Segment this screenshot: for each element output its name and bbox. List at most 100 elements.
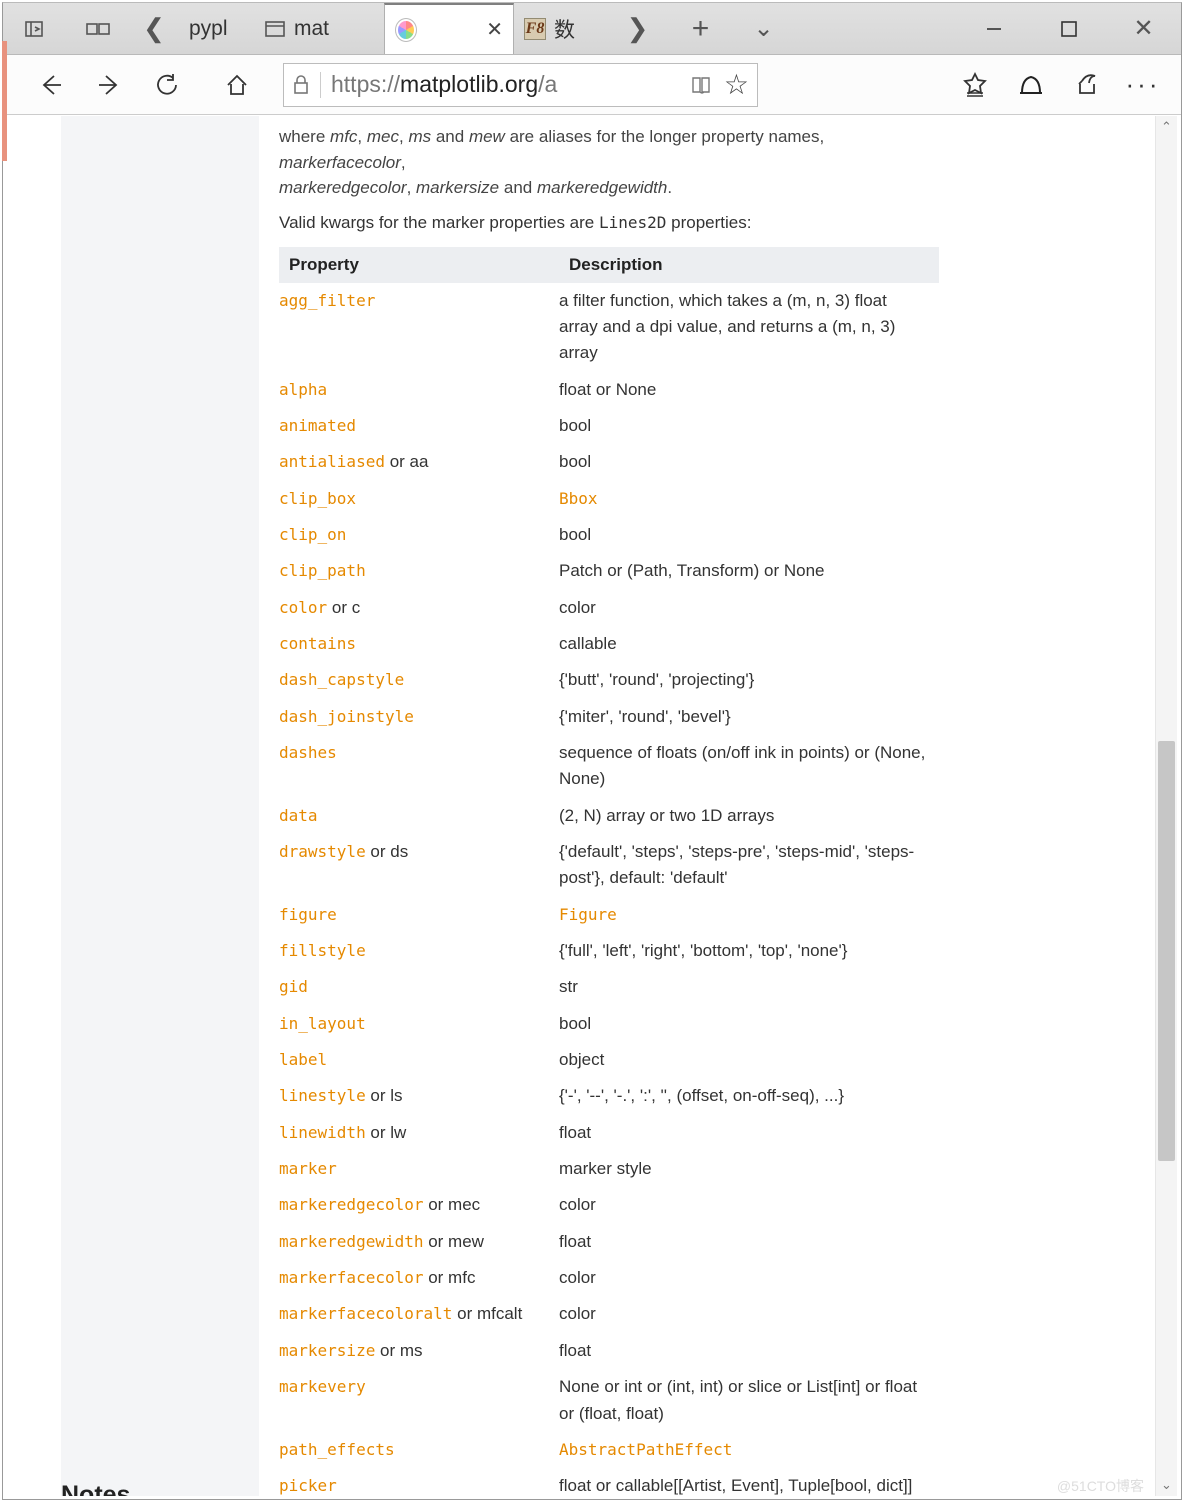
property-link[interactable]: linewidth: [279, 1123, 366, 1142]
table-row: markeveryNone or int or (int, int) or sl…: [279, 1369, 939, 1432]
close-window-button[interactable]: ✕: [1106, 3, 1181, 54]
maximize-button[interactable]: [1031, 3, 1106, 54]
properties-table: Property Description agg_filtera filter …: [279, 247, 939, 1497]
property-link[interactable]: label: [279, 1050, 327, 1069]
table-row: antialiased or aabool: [279, 444, 939, 480]
doc-content: where mfc, mec, ms and mew are aliases f…: [259, 116, 959, 1496]
scroll-thumb[interactable]: [1158, 741, 1175, 1161]
desc-link[interactable]: Figure: [559, 905, 617, 924]
table-row: clip_box Bbox: [279, 481, 939, 517]
address-bar[interactable]: https://matplotlib.org/a ☆: [283, 63, 758, 107]
property-link[interactable]: picker: [279, 1476, 337, 1495]
col-property: Property: [279, 247, 559, 283]
table-row: drawstyle or ds{'default', 'steps', 'ste…: [279, 834, 939, 897]
watermark: @51CTO博客: [1057, 1476, 1144, 1496]
property-link[interactable]: fillstyle: [279, 941, 366, 960]
scroll-tabs-right[interactable]: ❯: [606, 3, 669, 54]
table-row: in_layoutbool: [279, 1006, 939, 1042]
col-description: Description: [559, 247, 939, 283]
table-row: dashessequence of floats (on/off ink in …: [279, 735, 939, 798]
property-link[interactable]: clip_path: [279, 561, 366, 580]
property-link[interactable]: marker: [279, 1159, 337, 1178]
new-tab-button[interactable]: +: [669, 3, 732, 54]
reading-view-icon[interactable]: [690, 74, 714, 96]
property-link[interactable]: gid: [279, 977, 308, 996]
table-row: pickerfloat or callable[[Artist, Event],…: [279, 1468, 939, 1496]
vertical-scrollbar[interactable]: ⌃ ⌄: [1155, 116, 1177, 1496]
table-row: color or ccolor: [279, 590, 939, 626]
tab-2[interactable]: mat: [254, 3, 384, 54]
notes-heading: Notes: [61, 1481, 130, 1496]
table-row: dash_capstyle{'butt', 'round', 'projecti…: [279, 662, 939, 698]
property-link[interactable]: dash_capstyle: [279, 670, 404, 689]
favorites-list-icon[interactable]: [949, 59, 1001, 111]
property-link[interactable]: markerfacecolor: [279, 1268, 424, 1287]
property-link[interactable]: antialiased: [279, 452, 385, 471]
property-link[interactable]: color: [279, 598, 327, 617]
property-link[interactable]: drawstyle: [279, 842, 366, 861]
tab-3-active[interactable]: ✕: [384, 3, 514, 54]
show-tabs-button[interactable]: [66, 3, 129, 54]
minimize-button[interactable]: [956, 3, 1031, 54]
tab-2-label: mat: [294, 17, 329, 41]
table-row: animatedbool: [279, 408, 939, 444]
matplotlib-icon: [395, 19, 417, 41]
property-link[interactable]: alpha: [279, 380, 327, 399]
property-link[interactable]: path_effects: [279, 1440, 395, 1459]
tab-4[interactable]: F8 数: [514, 3, 606, 54]
property-link[interactable]: data: [279, 806, 318, 825]
table-row: markerfacecoloralt or mfcaltcolor: [279, 1296, 939, 1332]
table-row: markeredgewidth or mewfloat: [279, 1224, 939, 1260]
f8-icon: F8: [524, 18, 546, 40]
window-titlebar: ❮ pypl mat ✕ F8 数 ❯ + ⌄ ✕: [3, 3, 1181, 55]
tab-2-icon: [264, 18, 286, 40]
close-tab-icon[interactable]: ✕: [486, 17, 503, 42]
property-link[interactable]: linestyle: [279, 1086, 366, 1105]
property-link[interactable]: markeredgecolor: [279, 1195, 424, 1214]
property-link[interactable]: markerfacecoloralt: [279, 1304, 452, 1323]
refresh-button[interactable]: [141, 59, 193, 111]
tab-1[interactable]: pypl: [179, 3, 254, 54]
settings-more-icon[interactable]: ···: [1117, 59, 1169, 111]
forward-button[interactable]: [83, 59, 135, 111]
property-link[interactable]: dash_joinstyle: [279, 707, 414, 726]
desc-link[interactable]: Bbox: [559, 489, 598, 508]
property-link[interactable]: markeredgewidth: [279, 1232, 424, 1251]
property-link[interactable]: clip_on: [279, 525, 346, 544]
url-text: https://matplotlib.org/a: [331, 71, 680, 98]
desc-link[interactable]: AbstractPathEffect: [559, 1440, 732, 1459]
favorite-star-icon[interactable]: ☆: [724, 68, 749, 101]
table-row: dash_joinstyle{'miter', 'round', 'bevel'…: [279, 699, 939, 735]
property-link[interactable]: markevery: [279, 1377, 366, 1396]
property-link[interactable]: contains: [279, 634, 356, 653]
notes-icon[interactable]: [1005, 59, 1057, 111]
tab-4-label: 数: [554, 14, 575, 44]
table-row: agg_filtera filter function, which takes…: [279, 283, 939, 372]
back-button[interactable]: [25, 59, 77, 111]
table-row: markeredgecolor or meccolor: [279, 1187, 939, 1223]
table-row: fillstyle{'full', 'left', 'right', 'bott…: [279, 933, 939, 969]
scroll-tabs-left[interactable]: ❮: [129, 3, 179, 54]
home-button[interactable]: [211, 59, 263, 111]
property-link[interactable]: agg_filter: [279, 291, 375, 310]
browser-toolbar: https://matplotlib.org/a ☆ ···: [3, 55, 1181, 115]
property-link[interactable]: animated: [279, 416, 356, 435]
property-link[interactable]: markersize: [279, 1341, 375, 1360]
table-row: clip_pathPatch or (Path, Transform) or N…: [279, 553, 939, 589]
property-link[interactable]: dashes: [279, 743, 337, 762]
table-row: figure Figure: [279, 897, 939, 933]
table-row: linestyle or ls{'-', '--', '-.', ':', ''…: [279, 1078, 939, 1114]
scroll-down-icon[interactable]: ⌄: [1156, 1474, 1177, 1496]
scroll-up-icon[interactable]: ⌃: [1156, 116, 1177, 138]
share-icon[interactable]: [1061, 59, 1113, 111]
property-link[interactable]: figure: [279, 905, 337, 924]
tab-menu-button[interactable]: ⌄: [732, 3, 795, 54]
table-row: markermarker style: [279, 1151, 939, 1187]
table-row: labelobject: [279, 1042, 939, 1078]
left-accent-bar: [2, 41, 7, 161]
table-row: data(2, N) array or two 1D arrays: [279, 798, 939, 834]
set-aside-tabs-button[interactable]: [3, 3, 66, 54]
table-row: path_effects AbstractPathEffect: [279, 1432, 939, 1468]
property-link[interactable]: clip_box: [279, 489, 356, 508]
property-link[interactable]: in_layout: [279, 1014, 366, 1033]
